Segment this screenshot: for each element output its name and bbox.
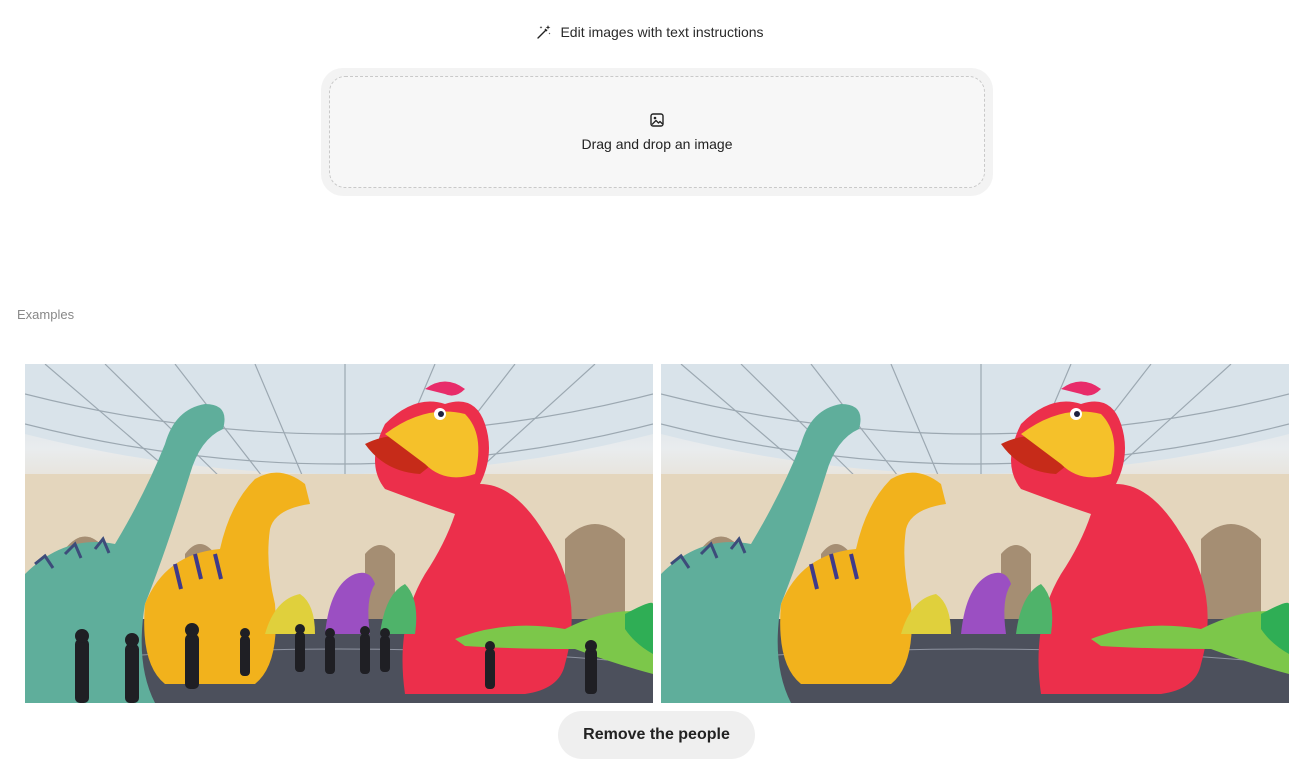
- magic-wand-icon: [536, 24, 552, 40]
- example-before-image: [25, 364, 653, 703]
- drop-label: Drag and drop an image: [581, 136, 733, 152]
- examples-heading: Examples: [17, 307, 75, 322]
- image-icon: [649, 112, 665, 128]
- image-editor-page: Edit images with text instructions Drag …: [0, 0, 1300, 768]
- edit-hint: Edit images with text instructions: [0, 24, 1300, 40]
- image-drop-zone[interactable]: Drag and drop an image: [329, 76, 985, 188]
- example-card[interactable]: [25, 364, 1289, 703]
- example-prompt-button[interactable]: Remove the people: [558, 711, 755, 759]
- upload-panel: Drag and drop an image: [321, 68, 993, 196]
- example-after-image: [661, 364, 1289, 703]
- edit-hint-text: Edit images with text instructions: [560, 24, 764, 40]
